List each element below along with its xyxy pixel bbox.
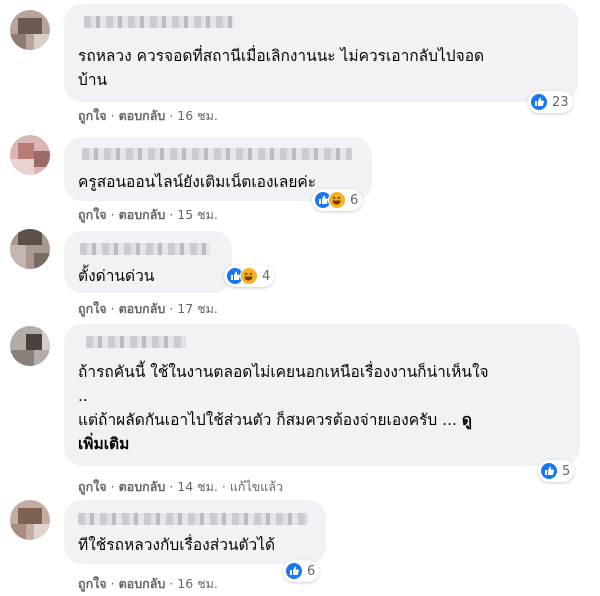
comment-item: ทีใช้รถหลวงกับเรื่องส่วนตัวได้ 6 ถูกใจ · ต… [0, 494, 600, 596]
like-icon [540, 462, 558, 480]
reply-link[interactable]: ตอบกลับ [119, 301, 166, 316]
commenter-name[interactable] [78, 513, 308, 525]
like-link[interactable]: ถูกใจ [78, 207, 107, 222]
timestamp[interactable]: 16 ชม. [177, 108, 218, 123]
timestamp[interactable]: 17 ชม. [177, 301, 218, 316]
comment-bubble: รถหลวง ควรจอดที่สถานีเมื่อเลิกงานนะ ไม่ค… [64, 4, 578, 102]
avatar[interactable] [10, 326, 50, 366]
avatar[interactable] [10, 10, 50, 50]
comment-bubble: ทีใช้รถหลวงกับเรื่องส่วนตัวได้ [64, 500, 326, 564]
comment-item: ถ้ารถคันนี้ ใช้ในงานตลอดไม่เคยนอกเหนือเร… [0, 320, 600, 494]
comment-item: ตั้งด่านด่วน 4 ถูกใจ · ตอบกลับ · 17 ชม. [0, 225, 600, 325]
reaction-summary[interactable]: 6 [283, 560, 320, 582]
like-link[interactable]: ถูกใจ [78, 301, 107, 316]
comment-text: ถ้ารถคันนี้ ใช้ในงานตลอดไม่เคยนอกเหนือเร… [78, 360, 574, 456]
like-link[interactable]: ถูกใจ [78, 576, 107, 591]
reply-link[interactable]: ตอบกลับ [119, 207, 166, 222]
avatar[interactable] [10, 229, 50, 269]
reaction-summary[interactable]: 23 [528, 91, 573, 113]
comment-item: ครูสอนออนไลน์ยังเติมเน็ตเองเลยค่ะ 6 ถูกใ… [0, 125, 600, 225]
like-icon [530, 93, 548, 111]
reply-link[interactable]: ตอบกลับ [119, 576, 166, 591]
reaction-count: 23 [552, 94, 569, 110]
comment-bubble: ตั้งด่านด่วน [64, 231, 232, 293]
comment-actions: ถูกใจ · ตอบกลับ · 16 ชม. [78, 576, 218, 591]
comment-actions: ถูกใจ · ตอบกลับ · 17 ชม. [78, 301, 218, 316]
like-link[interactable]: ถูกใจ [78, 479, 107, 494]
see-more-link[interactable]: ดู [462, 411, 472, 429]
commenter-name[interactable] [82, 148, 352, 160]
timestamp[interactable]: 16 ชม. [177, 576, 218, 591]
comment-actions: ถูกใจ · ตอบกลับ · 15 ชม. [78, 207, 218, 222]
comment-text: ตั้งด่านด่วน [78, 267, 155, 285]
haha-icon [240, 267, 258, 285]
comment-item: รถหลวง ควรจอดที่สถานีเมื่อเลิกงานนะ ไม่ค… [0, 0, 600, 125]
see-more-link[interactable]: เพิ่มเติม [78, 435, 129, 453]
comment-body: ถ้ารถคันนี้ ใช้ในงานตลอดไม่เคยนอกเหนือเร… [78, 363, 489, 429]
reaction-count: 5 [562, 463, 571, 479]
reaction-summary[interactable]: 5 [538, 460, 575, 482]
reply-link[interactable]: ตอบกลับ [119, 479, 166, 494]
reaction-summary[interactable]: 4 [224, 265, 275, 287]
avatar[interactable] [10, 500, 50, 540]
comment-text: ทีใช้รถหลวงกับเรื่องส่วนตัวได้ [78, 536, 276, 554]
edited-label[interactable]: แก้ไขแล้ว [230, 479, 283, 494]
commenter-name[interactable] [80, 243, 210, 255]
reaction-count: 6 [307, 563, 316, 579]
commenter-name[interactable] [86, 336, 186, 348]
reply-link[interactable]: ตอบกลับ [119, 108, 166, 123]
reaction-count: 6 [350, 192, 359, 208]
like-link[interactable]: ถูกใจ [78, 108, 107, 123]
reaction-summary[interactable]: 6 [312, 189, 363, 211]
comment-actions: ถูกใจ · ตอบกลับ · 16 ชม. [78, 108, 218, 123]
avatar[interactable] [10, 135, 50, 175]
reaction-count: 4 [262, 268, 271, 284]
commenter-name[interactable] [84, 16, 234, 28]
comment-text: รถหลวง ควรจอดที่สถานีเมื่อเลิกงานนะ ไม่ค… [78, 47, 485, 89]
comment-bubble: ถ้ารถคันนี้ ใช้ในงานตลอดไม่เคยนอกเหนือเร… [64, 324, 580, 466]
like-icon [285, 562, 303, 580]
timestamp[interactable]: 15 ชม. [177, 207, 218, 222]
haha-icon [328, 191, 346, 209]
timestamp[interactable]: 14 ชม. [177, 479, 218, 494]
